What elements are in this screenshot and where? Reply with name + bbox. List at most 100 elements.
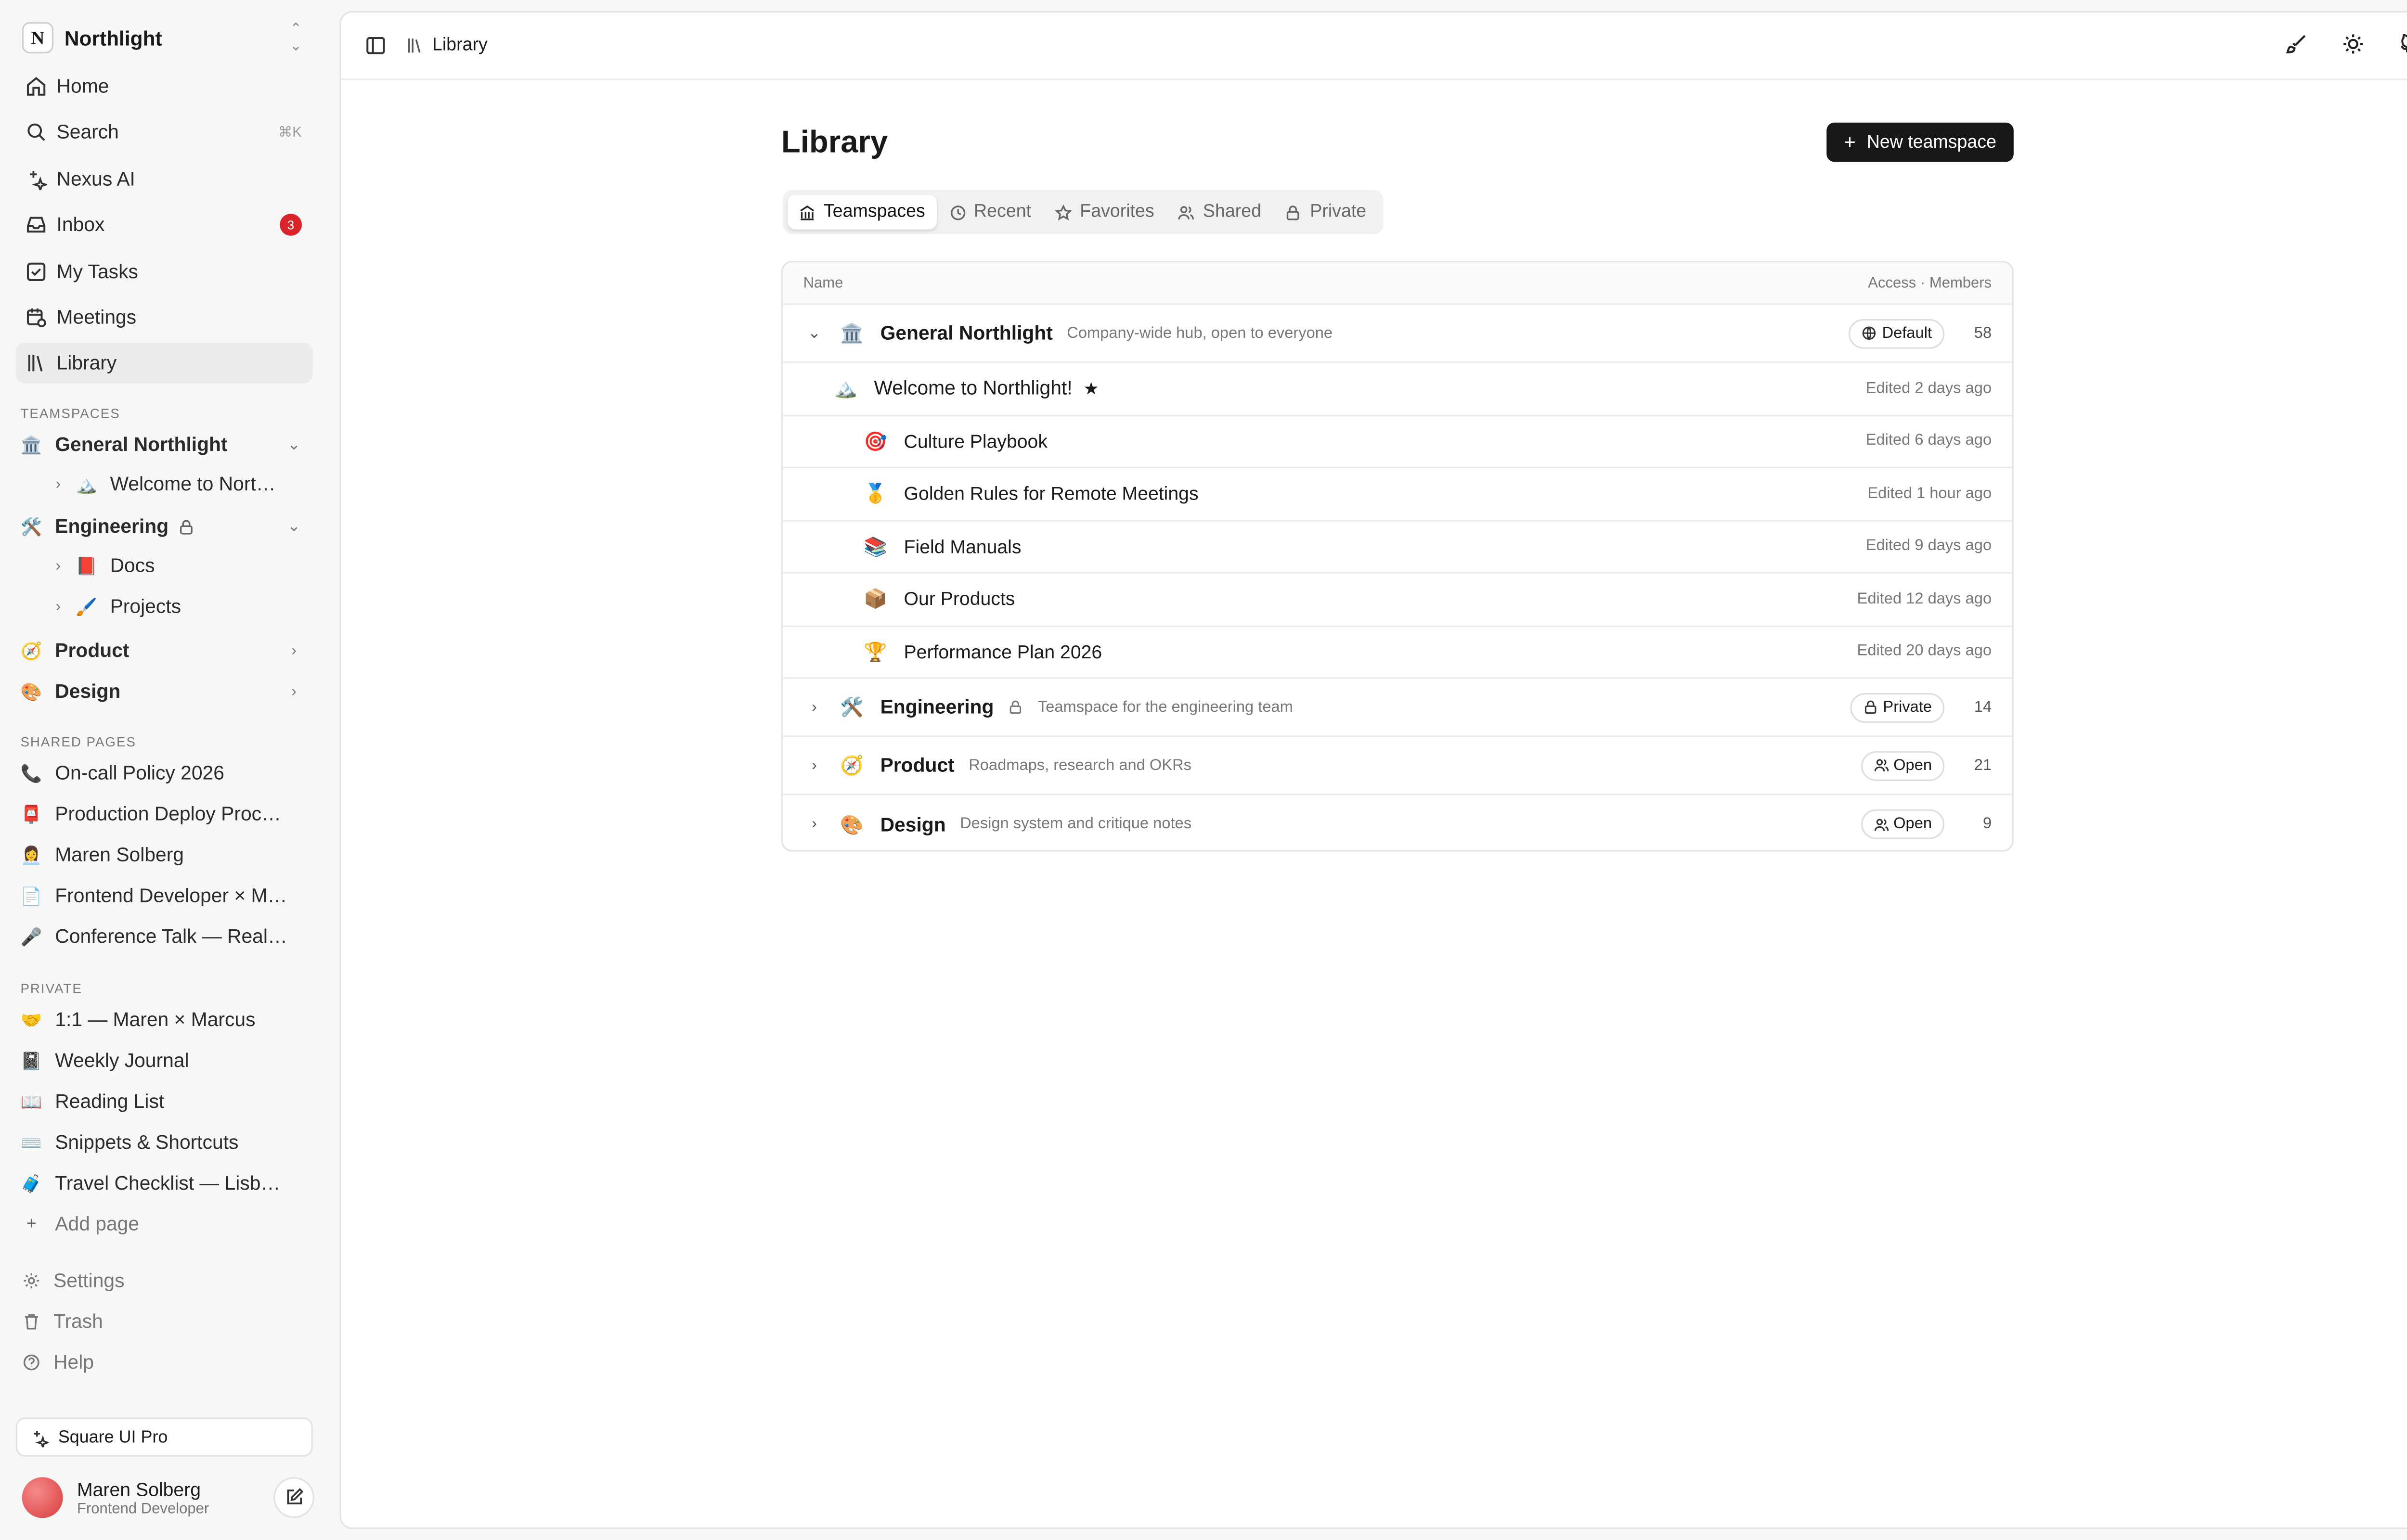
inbox-badge: 3 <box>280 214 302 236</box>
private-page-item[interactable]: 📖 Reading List <box>20 1083 287 1120</box>
page-label: Frontend Developer × Marcus <box>55 885 287 907</box>
sparkles-icon <box>30 171 47 191</box>
nav-label: Nexus AI <box>56 168 135 191</box>
mountain-icon: 🏔️ <box>76 475 97 494</box>
sparkles-icon <box>34 1430 49 1447</box>
teamspace-row-engineering[interactable]: › 🛠️ Engineering Teamspace for the engin… <box>783 679 2012 737</box>
gear-icon <box>24 1273 39 1289</box>
sidebar-teamspace-design[interactable]: 🎨 Design › <box>20 673 311 710</box>
private-page-item[interactable]: 📓 Weekly Journal <box>20 1042 287 1079</box>
nav-label: Trash <box>53 1310 103 1333</box>
nav-my-tasks[interactable]: My Tasks <box>16 251 313 292</box>
plus-icon: + <box>1844 130 1856 154</box>
chevron-down-icon[interactable]: ⌄ <box>805 324 824 342</box>
access-label: Open <box>1893 757 1932 774</box>
edited-time: Edited 2 days ago <box>1865 380 1992 398</box>
nav-nexus-ai[interactable]: Nexus AI <box>16 159 313 200</box>
teamspace-description: Company-wide hub, open to everyone <box>1067 324 1333 342</box>
sidebar-page-projects[interactable]: › 🖌️ Projects <box>47 588 283 625</box>
book-icon: 📕 <box>76 557 97 576</box>
shared-page-item[interactable]: 🎤 Conference Talk — Realtime <box>20 918 288 955</box>
nav-settings[interactable]: Settings <box>20 1262 287 1299</box>
shared-page-item[interactable]: 📞 On-call Policy 2026 <box>20 754 287 792</box>
github-icon[interactable] <box>2399 33 2407 55</box>
sun-icon[interactable] <box>2342 33 2364 55</box>
chevron-right-icon[interactable]: › <box>47 475 69 493</box>
nav-trash[interactable]: Trash <box>20 1303 287 1340</box>
pro-card-label: Square UI Pro <box>58 1427 168 1447</box>
sidebar-page-welcome[interactable]: › 🏔️ Welcome to Northlight! <box>47 465 283 503</box>
medal-icon: 🥇 <box>864 483 888 505</box>
sidebar-page-docs[interactable]: › 📕 Docs <box>47 547 283 584</box>
teamspace-description: Teamspace for the engineering team <box>1037 698 1293 716</box>
nav-inbox[interactable]: Inbox 3 <box>16 204 313 245</box>
notebook-icon: 📓 <box>20 1052 42 1071</box>
access-badge: Open <box>1860 750 1945 781</box>
workspace-switcher[interactable]: N Northlight ⌃ ⌄ <box>22 20 311 55</box>
tab-label: Favorites <box>1080 203 1154 222</box>
private-page-item[interactable]: ⌨️ Snippets & Shortcuts <box>20 1124 287 1161</box>
books-icon: 📚 <box>864 535 888 558</box>
private-page-item[interactable]: 🧳 Travel Checklist — Lisbon Offsite <box>20 1165 288 1202</box>
page-row[interactable]: 📦 Our Products Edited 12 days ago <box>783 574 2012 627</box>
user-profile[interactable]: Maren Solberg Frontend Developer <box>22 1474 315 1521</box>
page-row[interactable]: 📚 Field Manuals Edited 9 days ago <box>783 521 2012 574</box>
sidebar-teamspace-engineering[interactable]: 🛠️ Engineering ⌄ <box>20 508 311 545</box>
main-panel: Library Library + New teamspace Teamspac… <box>339 11 2407 1529</box>
tab-shared[interactable]: Shared <box>1167 195 1272 230</box>
nav-meetings[interactable]: Meetings <box>16 297 313 338</box>
chevron-down-icon[interactable]: ⌄ <box>283 518 305 535</box>
chevron-right-icon[interactable]: › <box>805 816 824 833</box>
compose-button[interactable] <box>273 1477 315 1518</box>
column-header-access: Access · Members <box>1868 274 1992 292</box>
teamspace-row-product[interactable]: › 🧭 Product Roadmaps, research and OKRs … <box>783 737 2012 796</box>
add-page-label: Add page <box>55 1213 140 1235</box>
breadcrumb[interactable]: Library <box>405 36 488 55</box>
teamspace-row-general[interactable]: ⌄ 🏛️ General Northlight Company-wide hub… <box>783 305 2012 363</box>
help-circle-icon <box>23 1354 39 1371</box>
shared-page-item[interactable]: 📮 Production Deploy Process <box>20 795 288 833</box>
workspace-name: Northlight <box>64 26 162 50</box>
edited-time: Edited 12 days ago <box>1857 590 1992 608</box>
keyboard-icon: ⌨️ <box>20 1133 42 1153</box>
tab-teamspaces[interactable]: Teamspaces <box>787 194 936 230</box>
trash-icon <box>25 1314 38 1330</box>
page-row[interactable]: 🎯 Culture Playbook Edited 6 days ago <box>783 416 2012 469</box>
paintbrush-icon[interactable] <box>2286 33 2308 55</box>
nav-search[interactable]: Search ⌘K <box>16 112 313 153</box>
lock-icon <box>1010 700 1022 714</box>
chevron-right-icon[interactable]: › <box>283 642 305 659</box>
chevron-right-icon[interactable]: › <box>805 757 824 774</box>
page-row[interactable]: 🏆 Performance Plan 2026 Edited 20 days a… <box>783 626 2012 679</box>
page-row[interactable]: 🏔️ Welcome to Northlight! ★ Edited 2 day… <box>783 363 2012 416</box>
nav-library[interactable]: Library <box>15 342 313 384</box>
top-bar: Library <box>341 13 2407 80</box>
new-teamspace-button[interactable]: + New teamspace <box>1826 122 2014 162</box>
teamspace-label: General Northlight <box>55 434 228 456</box>
pro-upgrade-card[interactable]: Square UI Pro <box>15 1417 313 1457</box>
shared-page-item[interactable]: 👩‍💼 Maren Solberg <box>20 836 287 873</box>
sidebar-teamspace-general[interactable]: 🏛️ General Northlight ⌄ <box>20 426 311 463</box>
checkbox-icon <box>26 262 46 282</box>
page-row[interactable]: 🥇 Golden Rules for Remote Meetings Edite… <box>783 468 2012 521</box>
handshake-icon: 🤝 <box>20 1011 42 1030</box>
add-page-button[interactable]: + Add page <box>20 1205 287 1243</box>
private-page-item[interactable]: 🤝 1:1 — Maren × Marcus <box>20 1001 287 1039</box>
tab-private[interactable]: Private <box>1274 195 1377 230</box>
chevron-right-icon[interactable]: › <box>805 698 824 716</box>
shared-page-item[interactable]: 📄 Frontend Developer × Marcus <box>20 877 288 914</box>
chevron-right-icon[interactable]: › <box>283 683 305 700</box>
nav-home[interactable]: Home <box>16 66 313 107</box>
nav-help[interactable]: Help <box>20 1344 287 1381</box>
chevron-right-icon[interactable]: › <box>47 557 69 575</box>
teamspace-description: Design system and critique notes <box>960 815 1192 833</box>
teamspace-row-design[interactable]: › 🎨 Design Design system and critique no… <box>783 795 2012 850</box>
star-icon <box>1055 203 1072 220</box>
chevron-down-icon[interactable]: ⌄ <box>283 436 305 453</box>
tab-favorites[interactable]: Favorites <box>1044 195 1165 230</box>
chevron-right-icon[interactable]: › <box>47 598 69 615</box>
sidebar-teamspace-product[interactable]: 🧭 Product › <box>20 632 311 669</box>
sidebar-toggle-icon[interactable] <box>365 35 387 57</box>
tab-recent[interactable]: Recent <box>938 195 1042 230</box>
teamspaces-table: Name Access · Members ⌄ 🏛️ General North… <box>781 261 2014 852</box>
